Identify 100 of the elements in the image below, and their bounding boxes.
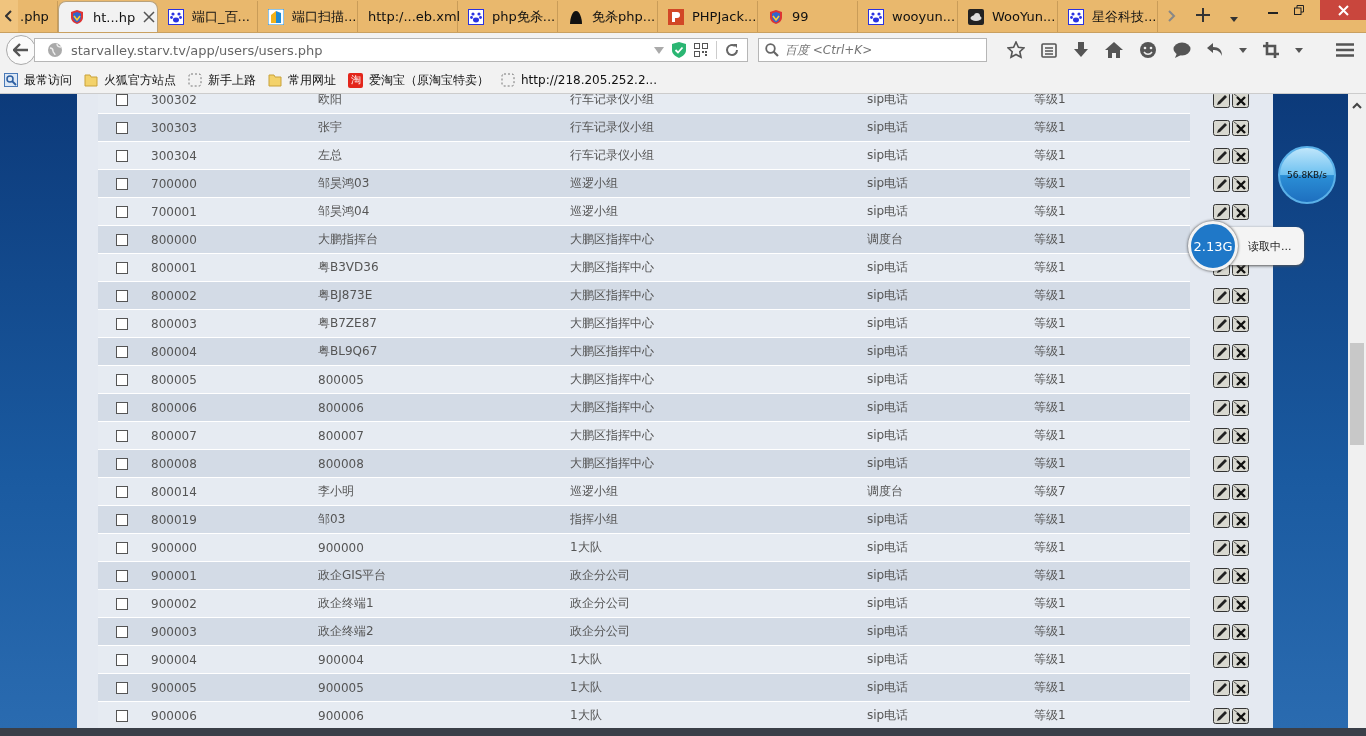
row-checkbox[interactable]: [115, 653, 128, 666]
row-checkbox[interactable]: [115, 681, 128, 694]
browser-tab[interactable]: 端口扫描...: [258, 1, 358, 32]
browser-tab[interactable]: 99: [758, 1, 858, 32]
delete-icon[interactable]: [1232, 288, 1249, 304]
row-checkbox[interactable]: [115, 401, 128, 414]
delete-icon[interactable]: [1232, 484, 1249, 500]
browser-tab[interactable]: PHPJack...: [658, 1, 758, 32]
delete-icon[interactable]: [1232, 176, 1249, 192]
edit-icon[interactable]: [1213, 512, 1230, 528]
home-icon[interactable]: [1105, 42, 1123, 58]
edit-icon[interactable]: [1213, 120, 1230, 136]
row-checkbox[interactable]: [115, 261, 128, 274]
edit-icon[interactable]: [1213, 456, 1230, 472]
bookmark-item[interactable]: 火狐官方站点: [84, 71, 176, 89]
dropdown-icon[interactable]: [1230, 17, 1238, 22]
row-checkbox[interactable]: [115, 457, 128, 470]
edit-icon[interactable]: [1213, 708, 1230, 724]
browser-tab[interactable]: WooYun...: [958, 1, 1058, 32]
back-button[interactable]: [6, 35, 36, 65]
browser-tab[interactable]: http:/...eb.xml: [358, 1, 458, 32]
row-checkbox[interactable]: [115, 541, 128, 554]
scroll-up-icon[interactable]: [1352, 102, 1362, 109]
edit-icon[interactable]: [1213, 596, 1230, 612]
row-checkbox[interactable]: [115, 569, 128, 582]
edit-icon[interactable]: [1213, 428, 1230, 444]
delete-icon[interactable]: [1232, 568, 1249, 584]
delete-icon[interactable]: [1232, 316, 1249, 332]
edit-icon[interactable]: [1213, 372, 1230, 388]
edit-icon[interactable]: [1213, 400, 1230, 416]
dropdown-icon[interactable]: [1295, 47, 1303, 53]
dropdown-icon[interactable]: [1239, 47, 1247, 53]
browser-tab[interactable]: 免杀php...: [558, 1, 658, 32]
browser-tab[interactable]: ht...hp: [58, 1, 158, 32]
menu-icon[interactable]: [1336, 43, 1354, 57]
bookmark-item[interactable]: http://218.205.252.2...: [501, 73, 657, 87]
reload-icon[interactable]: [725, 43, 739, 57]
shield-check-icon[interactable]: [672, 42, 686, 58]
speed-ball[interactable]: 56.8KB/s: [1278, 146, 1336, 204]
row-checkbox[interactable]: [115, 149, 128, 162]
browser-tab[interactable]: php免杀...: [458, 1, 558, 32]
row-checkbox[interactable]: [115, 597, 128, 610]
crop-icon[interactable]: [1263, 42, 1279, 58]
tab-scroll-left-button[interactable]: [0, 0, 18, 32]
download-icon[interactable]: [1073, 42, 1089, 58]
delete-icon[interactable]: [1232, 344, 1249, 360]
restore-icon[interactable]: [1294, 5, 1304, 15]
bookmark-item[interactable]: 淘 爱淘宝（原淘宝特卖）: [348, 71, 489, 89]
delete-icon[interactable]: [1232, 596, 1249, 612]
delete-icon[interactable]: [1232, 512, 1249, 528]
new-tab-icon[interactable]: [1196, 8, 1210, 22]
row-checkbox[interactable]: [115, 289, 128, 302]
delete-icon[interactable]: [1232, 680, 1249, 696]
chat-icon[interactable]: [1173, 42, 1191, 58]
qr-code-icon[interactable]: [694, 43, 708, 57]
edit-icon[interactable]: [1213, 680, 1230, 696]
row-checkbox[interactable]: [115, 317, 128, 330]
edit-icon[interactable]: [1213, 148, 1230, 164]
delete-icon[interactable]: [1232, 652, 1249, 668]
smiley-icon[interactable]: [1139, 41, 1157, 59]
delete-icon[interactable]: [1232, 148, 1249, 164]
row-checkbox[interactable]: [115, 121, 128, 134]
row-checkbox[interactable]: [115, 177, 128, 190]
delete-icon[interactable]: [1232, 204, 1249, 220]
address-field[interactable]: starvalley.starv.tv/app/users/users.php: [34, 38, 748, 62]
browser-tab[interactable]: 端口_百...: [158, 1, 258, 32]
bookmark-item[interactable]: 最常访问: [4, 71, 72, 89]
edit-icon[interactable]: [1213, 540, 1230, 556]
delete-icon[interactable]: [1232, 708, 1249, 724]
row-checkbox[interactable]: [115, 205, 128, 218]
search-field[interactable]: 百度 <Ctrl+K>: [758, 38, 987, 62]
row-checkbox[interactable]: [115, 513, 128, 526]
scrollbar[interactable]: [1348, 94, 1366, 728]
delete-icon[interactable]: [1232, 456, 1249, 472]
reading-list-icon[interactable]: [1041, 42, 1057, 58]
row-checkbox[interactable]: [115, 625, 128, 638]
row-checkbox[interactable]: [115, 429, 128, 442]
delete-icon[interactable]: [1232, 624, 1249, 640]
row-checkbox[interactable]: [115, 373, 128, 386]
browser-tab[interactable]: wooyun...: [858, 1, 958, 32]
delete-icon[interactable]: [1232, 540, 1249, 556]
delete-icon[interactable]: [1232, 400, 1249, 416]
edit-icon[interactable]: [1213, 176, 1230, 192]
close-icon[interactable]: [143, 11, 156, 23]
row-checkbox[interactable]: [115, 94, 128, 106]
edit-icon[interactable]: [1213, 624, 1230, 640]
edit-icon[interactable]: [1213, 316, 1230, 332]
row-checkbox[interactable]: [115, 485, 128, 498]
delete-icon[interactable]: [1232, 428, 1249, 444]
edit-icon[interactable]: [1213, 484, 1230, 500]
delete-icon[interactable]: [1232, 94, 1249, 108]
bookmark-item[interactable]: 常用网址: [268, 71, 336, 89]
row-checkbox[interactable]: [115, 233, 128, 246]
edit-icon[interactable]: [1213, 344, 1230, 360]
edit-icon[interactable]: [1213, 94, 1230, 108]
scrollbar-thumb[interactable]: [1350, 343, 1364, 445]
close-window-button[interactable]: [1320, 0, 1366, 20]
delete-icon[interactable]: [1232, 372, 1249, 388]
bookmark-item[interactable]: 新手上路: [188, 71, 256, 89]
edit-icon[interactable]: [1213, 568, 1230, 584]
